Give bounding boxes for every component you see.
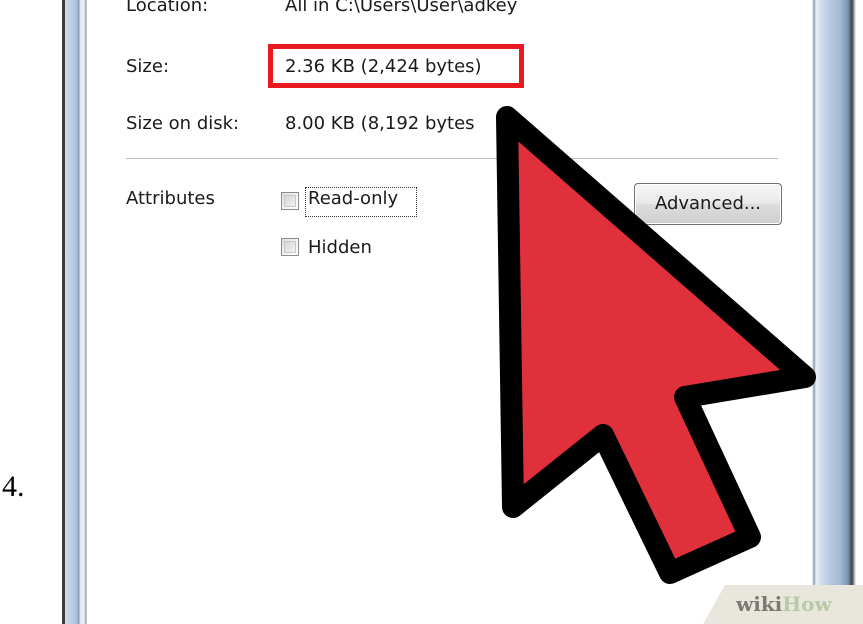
size-highlight-box <box>268 44 524 88</box>
attributes-label: Attributes <box>126 188 215 209</box>
hidden-label[interactable]: Hidden <box>308 237 372 258</box>
hidden-checkbox[interactable] <box>281 238 299 256</box>
read-only-label[interactable]: Read-only <box>308 188 398 209</box>
step-number: 4. <box>2 470 25 503</box>
size-on-disk-value: 8.00 KB (8,192 bytes <box>285 113 475 134</box>
window-frame-left <box>62 0 88 624</box>
wikihow-logo: wikiHow <box>736 592 832 616</box>
location-label: Location: <box>126 0 209 16</box>
size-on-disk-label: Size on disk: <box>126 113 240 134</box>
arrow-pointer-icon <box>496 106 816 584</box>
location-value: All in C:\Users\User\adkey <box>285 0 518 16</box>
read-only-checkbox[interactable] <box>281 192 299 210</box>
wikihow-watermark: wikiHow <box>703 585 863 624</box>
size-label: Size: <box>126 56 170 77</box>
